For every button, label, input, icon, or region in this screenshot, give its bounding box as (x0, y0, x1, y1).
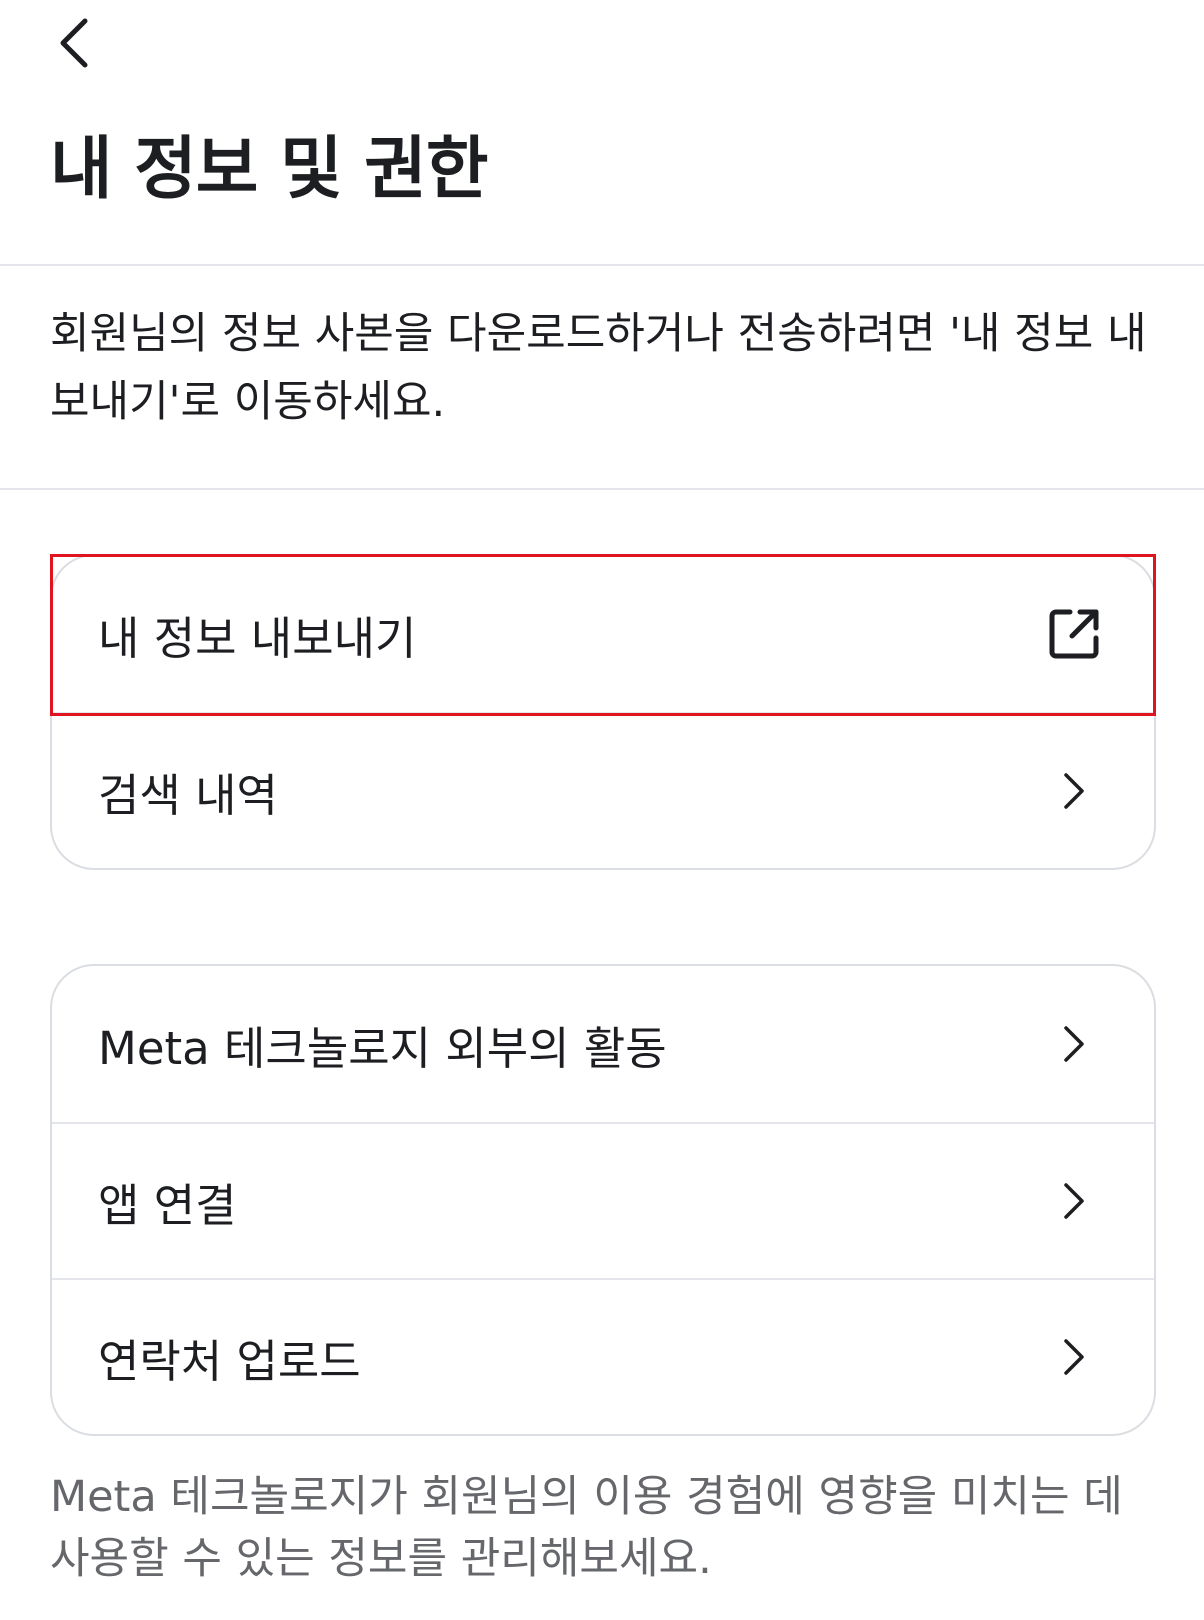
header-divider (0, 264, 1204, 266)
export-info-label: 내 정보 내보내기 (98, 611, 417, 665)
footer-text: Meta 테크놀로지가 회원님의 이용 경험에 영향을 미치는 데 사용할 수 … (50, 1472, 1123, 1584)
external-link-icon (1044, 604, 1104, 664)
chevron-right-icon (1044, 1327, 1104, 1387)
export-card: 내 정보 내보내기 검색 내역 (50, 554, 1156, 870)
meta-settings-card: Meta 테크놀로지 외부의 활동 앱 연결 연락처 업로드 (50, 964, 1156, 1436)
chevron-right-icon (1044, 761, 1104, 821)
export-info-item[interactable]: 내 정보 내보내기 (52, 556, 1154, 712)
contact-upload-label: 연락처 업로드 (98, 1334, 361, 1388)
description-text: 회원님의 정보 사본을 다운로드하거나 전송하려면 '내 정보 내보내기'로 이… (50, 309, 1147, 427)
contact-upload-item[interactable]: 연락처 업로드 (52, 1278, 1154, 1434)
off-meta-activity-label: Meta 테크놀로지 외부의 활동 (98, 1021, 667, 1075)
off-meta-activity-item[interactable]: Meta 테크놀로지 외부의 활동 (52, 966, 1154, 1122)
app-connections-item[interactable]: 앱 연결 (52, 1122, 1154, 1278)
chevron-right-icon (1044, 1014, 1104, 1074)
chevron-left-icon (55, 17, 91, 73)
back-button[interactable] (50, 18, 96, 72)
app-connections-label: 앱 연결 (98, 1178, 237, 1232)
search-history-item[interactable]: 검색 내역 (52, 712, 1154, 868)
chevron-right-icon (1044, 1171, 1104, 1231)
search-history-label: 검색 내역 (98, 768, 278, 822)
page-title: 내 정보 및 권한 (50, 130, 488, 209)
section-divider (0, 488, 1204, 490)
